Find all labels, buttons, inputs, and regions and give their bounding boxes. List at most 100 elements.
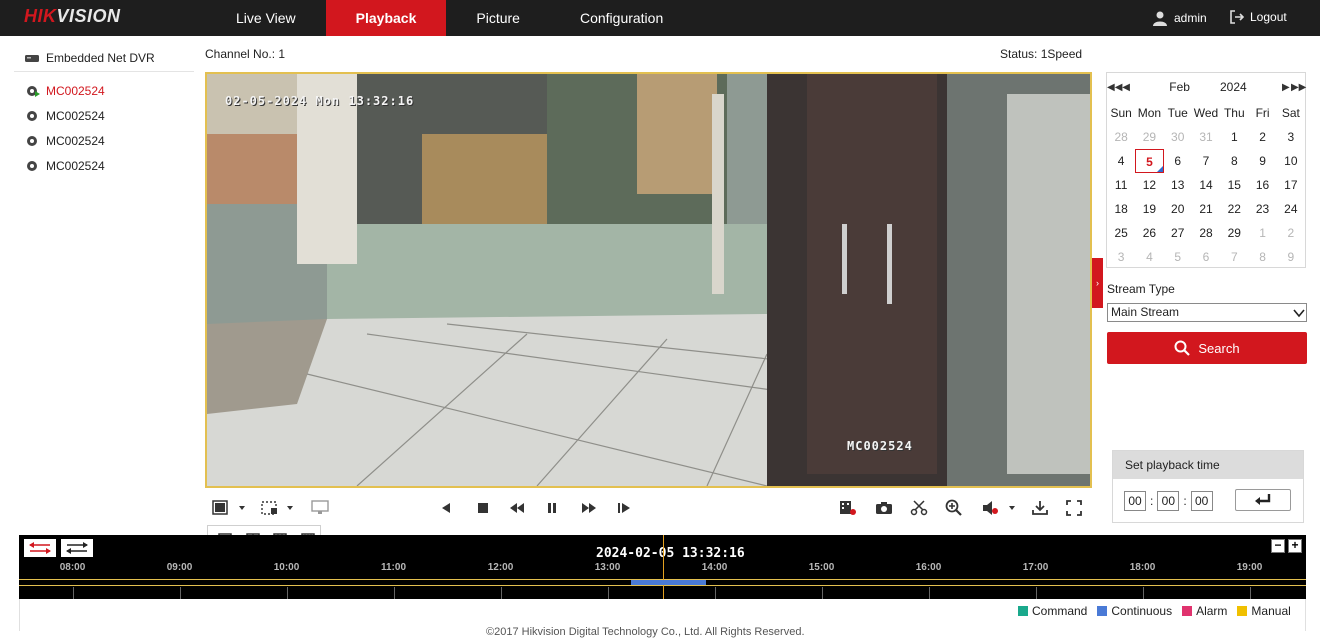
calendar-day[interactable]: 1 — [1248, 221, 1276, 245]
calendar-day[interactable]: 5 — [1164, 245, 1192, 269]
second-input[interactable]: 00 — [1190, 491, 1213, 511]
calendar-day[interactable]: 4 — [1107, 149, 1135, 173]
calendar-day[interactable]: 16 — [1248, 173, 1276, 197]
window-layout-button[interactable] — [209, 498, 249, 518]
calendar-day[interactable]: 15 — [1220, 173, 1248, 197]
calendar-day[interactable]: 29 — [1220, 221, 1248, 245]
slow-forward-button[interactable] — [506, 498, 528, 518]
clip-button[interactable] — [908, 498, 930, 518]
calendar-day[interactable]: 27 — [1164, 221, 1192, 245]
calendar-header: ◀◀ ◀ Feb 2024 ▶ ▶▶ — [1107, 73, 1306, 101]
capture-region-button[interactable] — [257, 498, 297, 518]
stop-button[interactable] — [472, 498, 494, 518]
timeline-forward-button[interactable] — [61, 539, 93, 557]
audio-button[interactable] — [979, 498, 1019, 518]
reverse-play-button[interactable] — [435, 498, 457, 518]
search-button[interactable]: Search — [1107, 332, 1307, 364]
calendar-day[interactable]: 31 — [1192, 125, 1220, 149]
calendar-day[interactable]: 13 — [1164, 173, 1192, 197]
playback-timeline[interactable]: 2024-02-05 13:32:16 − + 08:00 09:00 10:00 1… — [19, 535, 1306, 599]
logout-button[interactable]: Logout — [1230, 10, 1287, 24]
calendar-day[interactable]: 11 — [1107, 173, 1135, 197]
panel-collapse-toggle[interactable]: › — [1092, 258, 1103, 308]
nav-configuration[interactable]: Configuration — [550, 0, 693, 36]
calendar-day[interactable]: 25 — [1107, 221, 1135, 245]
fast-forward-button[interactable] — [578, 498, 600, 518]
calendar-day[interactable]: 1 — [1220, 125, 1248, 149]
calendar-day[interactable]: 22 — [1220, 197, 1248, 221]
calendar-day[interactable]: 28 — [1107, 125, 1135, 149]
capture-button[interactable] — [873, 498, 895, 518]
timeline-shift-right-icon — [66, 542, 88, 554]
fullscreen-button[interactable] — [1063, 498, 1085, 518]
timeline-zoom-out-button[interactable]: − — [1271, 539, 1285, 553]
calendar-day[interactable]: 3 — [1277, 125, 1305, 149]
calendar-day[interactable]: 6 — [1192, 245, 1220, 269]
prev-month-button[interactable]: ◀ — [1121, 82, 1131, 93]
download-button[interactable] — [1029, 498, 1051, 518]
channel-item[interactable]: MC002524 — [14, 103, 194, 128]
calendar-day[interactable]: 8 — [1220, 149, 1248, 173]
calendar-day[interactable]: 4 — [1135, 245, 1163, 269]
calendar-day[interactable]: 9 — [1248, 149, 1276, 173]
hour-input[interactable]: 00 — [1124, 491, 1146, 511]
timeline-hour-tick — [72, 587, 74, 599]
minute-input[interactable]: 00 — [1157, 491, 1180, 511]
timeline-hour-label: 17:00 — [1022, 562, 1049, 573]
calendar-day[interactable]: 29 — [1135, 125, 1163, 149]
calendar-day[interactable]: 6 — [1164, 149, 1192, 173]
lock-file-button[interactable] — [837, 498, 859, 518]
timeline-cursor[interactable] — [663, 535, 664, 599]
calendar-day[interactable]: 10 — [1277, 149, 1305, 173]
calendar-day[interactable]: 3 — [1107, 245, 1135, 269]
calendar-day[interactable]: 28 — [1192, 221, 1220, 245]
monitor-icon — [311, 500, 329, 514]
weekday-header: Fri — [1255, 106, 1270, 120]
calendar-day[interactable]: 7 — [1220, 245, 1248, 269]
video-window[interactable]: 02-05-2024 Mon 13:32:16 MC002524 — [205, 72, 1092, 488]
calendar-day[interactable]: 21 — [1192, 197, 1220, 221]
device-node[interactable]: Embedded Net DVR — [14, 44, 194, 72]
calendar-day[interactable]: 24 — [1277, 197, 1305, 221]
user-menu[interactable]: admin — [1152, 10, 1207, 26]
calendar-day[interactable]: 19 — [1135, 197, 1163, 221]
calendar-day[interactable]: 18 — [1107, 197, 1135, 221]
stream-info-button[interactable] — [309, 498, 331, 518]
prev-year-button[interactable]: ◀◀ — [1107, 82, 1122, 93]
calendar-day[interactable]: 17 — [1277, 173, 1305, 197]
calendar-day[interactable]: 9 — [1277, 245, 1305, 269]
calendar-day[interactable]: 5 — [1135, 149, 1164, 173]
calendar-day[interactable]: 14 — [1192, 173, 1220, 197]
calendar-day[interactable]: 20 — [1164, 197, 1192, 221]
calendar-day[interactable]: 12 — [1135, 173, 1163, 197]
timeline-hour-label: 14:00 — [701, 562, 728, 573]
channel-item[interactable]: MC002524 — [14, 128, 194, 153]
timeline-hour-label: 18:00 — [1129, 562, 1156, 573]
calendar-day[interactable]: 2 — [1277, 221, 1305, 245]
single-frame-button[interactable] — [613, 498, 635, 518]
digital-zoom-button[interactable] — [943, 498, 965, 518]
channel-item[interactable]: MC002524 — [14, 78, 194, 103]
fast-forward-icon — [582, 503, 596, 513]
set-playback-time-panel: Set playback time 00 : 00 : 00 — [1112, 450, 1304, 523]
channel-item[interactable]: MC002524 — [14, 153, 194, 178]
go-to-time-button[interactable] — [1235, 489, 1291, 511]
timeline-backward-button[interactable] — [24, 539, 56, 557]
calendar-day[interactable]: 8 — [1248, 245, 1276, 269]
legend-swatch — [1097, 606, 1108, 616]
calendar-day[interactable]: 2 — [1248, 125, 1276, 149]
recording-segment-continuous[interactable] — [630, 580, 706, 585]
nav-live-view[interactable]: Live View — [206, 0, 326, 36]
timeline-hour-tick — [1249, 587, 1251, 599]
calendar-day[interactable]: 26 — [1135, 221, 1163, 245]
calendar-day[interactable]: 7 — [1192, 149, 1220, 173]
stream-type-select[interactable]: Main Stream — [1107, 303, 1307, 322]
next-month-button[interactable]: ▶ — [1281, 82, 1291, 93]
calendar-day[interactable]: 30 — [1164, 125, 1192, 149]
nav-picture[interactable]: Picture — [446, 0, 550, 36]
pause-button[interactable] — [541, 498, 563, 518]
nav-playback[interactable]: Playback — [325, 0, 447, 36]
timeline-zoom-in-button[interactable]: + — [1288, 539, 1302, 553]
next-year-button[interactable]: ▶▶ — [1291, 82, 1306, 93]
calendar-day[interactable]: 23 — [1248, 197, 1276, 221]
